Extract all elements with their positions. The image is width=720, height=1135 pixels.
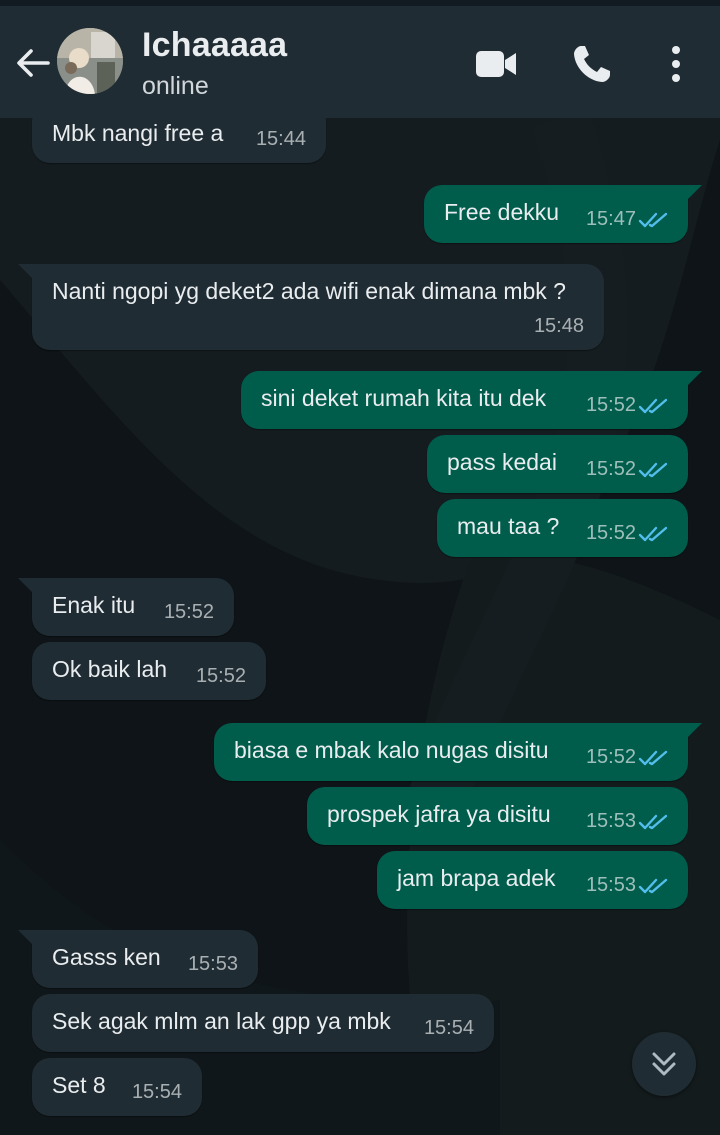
message-time: 15:52 [585,522,636,544]
double-check-icon [638,462,668,478]
bubble-tail [686,371,702,387]
bubble-tail [686,723,702,739]
double-check-icon [638,212,668,228]
chat-screen: Ichaaaaa online Mbk nangi free a 15:44 F… [0,0,720,1135]
message-text: prospek jafra ya disitu [327,801,551,827]
message-outgoing[interactable]: Free dekku 15:47 [424,185,702,243]
message-outgoing[interactable]: prospek jafra ya disitu 15:53 [307,787,688,845]
message-text: biasa e mbak kalo nugas disitu [234,737,549,763]
message-text: Set 8 [52,1072,106,1098]
double-check-icon [638,750,668,766]
message-time: 15:53 [585,874,636,896]
message-text: pass kedai [447,449,557,475]
bubble-tail [18,578,34,594]
message-outgoing[interactable]: jam brapa adek 15:53 [377,851,688,909]
message-time: 15:52 [163,601,214,623]
double-check-icon [638,814,668,830]
message-text: Sek agak mlm an lak gpp ya mbk [52,1008,391,1034]
message-time: 15:53 [585,810,636,832]
bubble-tail [18,264,34,280]
avatar-photo [57,28,123,94]
message-text: mau taa ? [457,513,560,539]
chat-header: Ichaaaaa online [0,0,720,118]
scroll-to-bottom-button[interactable] [632,1032,696,1096]
double-check-icon [638,878,668,894]
video-call-icon[interactable] [474,44,518,84]
message-text: Enak itu [52,592,136,618]
double-chevron-down-icon [652,1052,676,1076]
contact-status: online [142,72,209,100]
message-outgoing[interactable]: mau taa ? 15:52 [437,499,688,557]
message-time: 15:53 [187,953,238,975]
contact-avatar[interactable] [57,28,123,94]
message-text: Free dekku [444,199,560,225]
more-options-icon[interactable] [664,42,688,86]
message-text: Ok baik lah [52,656,168,682]
message-text: Mbk nangi free a [52,120,224,146]
bubble-tail [686,185,702,201]
message-time: 15:47 [585,208,636,230]
message-text: Nanti ngopi yg deket2 ada wifi enak dima… [52,278,566,304]
double-check-icon [638,526,668,542]
message-time: 15:44 [255,128,306,150]
double-check-icon [638,398,668,414]
message-incoming[interactable]: Set 8 15:54 [32,1058,202,1116]
message-incoming[interactable]: Nanti ngopi yg deket2 ada wifi enak dima… [18,264,604,350]
message-text: jam brapa adek [397,865,556,891]
message-incoming[interactable]: Enak itu 15:52 [18,578,234,636]
bubble-tail [18,930,34,946]
message-outgoing[interactable]: sini deket rumah kita itu dek 15:52 [241,371,702,429]
back-arrow-icon[interactable] [12,42,54,84]
message-time: 15:52 [195,665,246,687]
contact-name[interactable]: Ichaaaaa [142,26,287,65]
message-text: sini deket rumah kita itu dek [261,385,547,411]
message-time: 15:54 [423,1017,474,1039]
message-outgoing[interactable]: biasa e mbak kalo nugas disitu 15:52 [214,723,702,781]
message-time: 15:52 [585,746,636,768]
message-text: Gasss ken [52,944,161,970]
message-time: 15:52 [585,394,636,416]
message-incoming[interactable]: Sek agak mlm an lak gpp ya mbk 15:54 [32,994,494,1052]
message-time: 15:48 [533,315,584,337]
message-incoming[interactable]: Ok baik lah 15:52 [32,642,266,700]
message-outgoing[interactable]: pass kedai 15:52 [427,435,688,493]
message-incoming[interactable]: Gasss ken 15:53 [18,930,258,988]
phone-call-icon[interactable] [570,42,614,86]
message-time: 15:52 [585,458,636,480]
message-time: 15:54 [131,1081,182,1103]
